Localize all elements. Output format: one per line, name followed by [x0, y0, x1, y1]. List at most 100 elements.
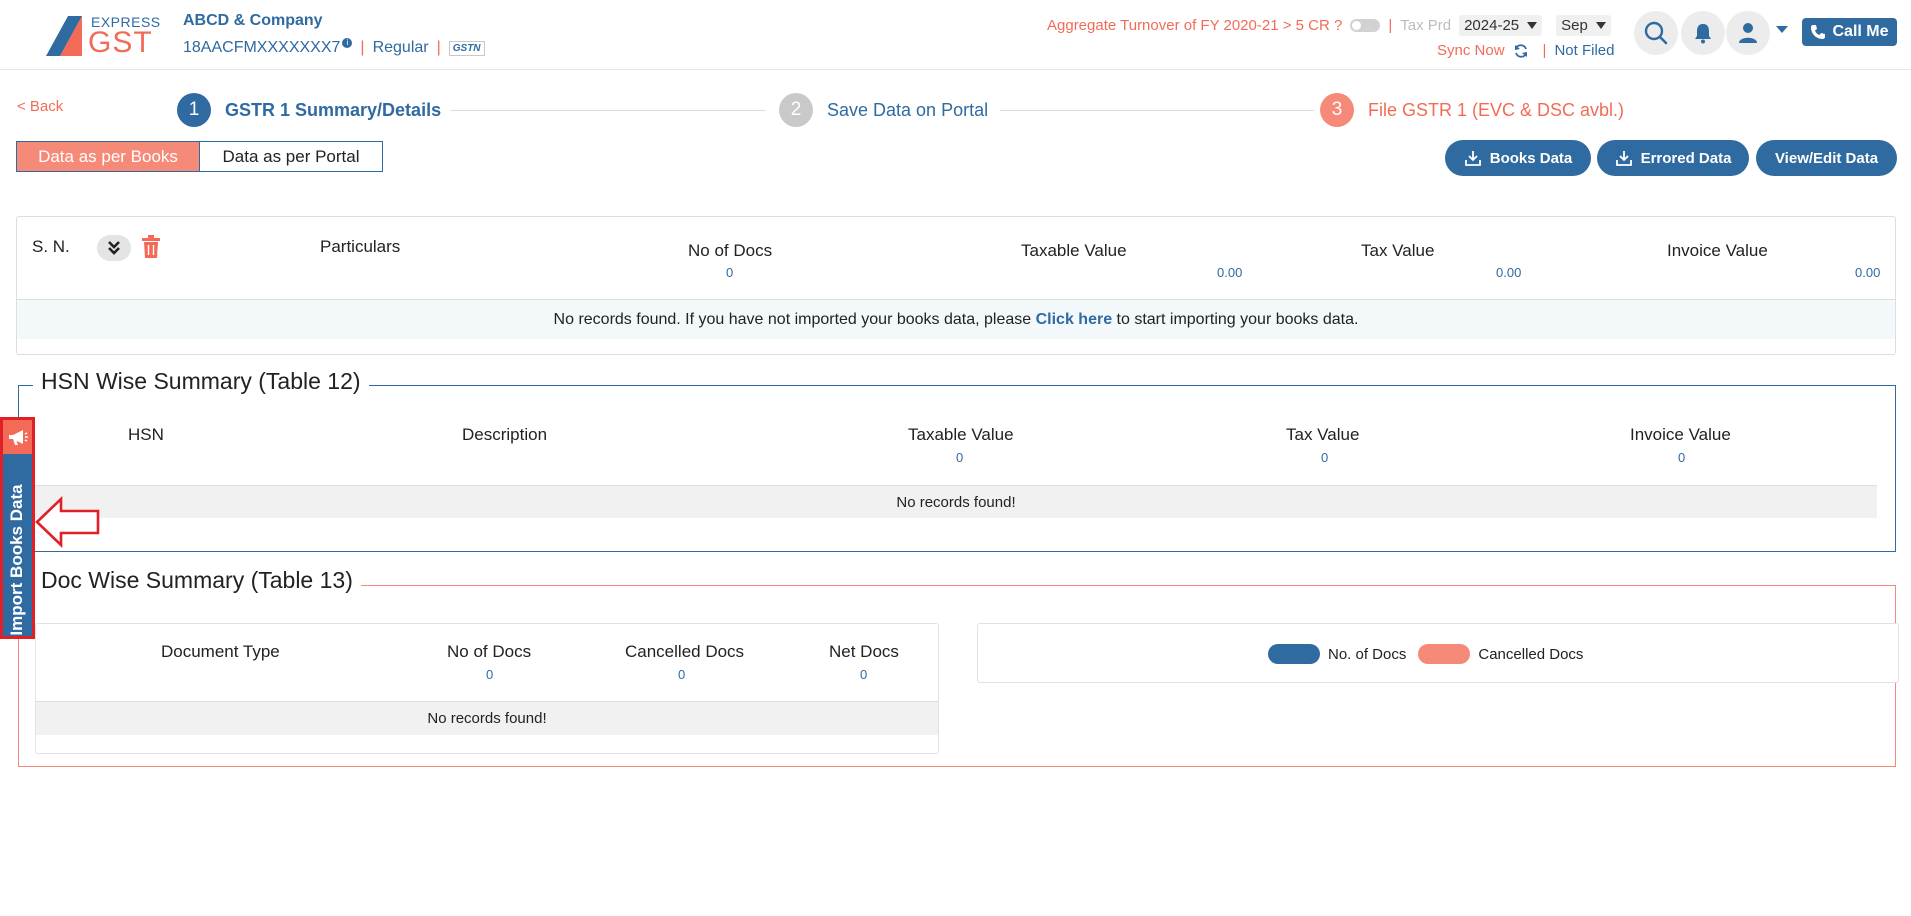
step-divider — [1000, 110, 1314, 111]
errored-data-button[interactable]: Errored Data — [1597, 140, 1749, 176]
hsn-empty-message: No records found! — [35, 485, 1877, 518]
caret-down-icon — [1527, 22, 1538, 29]
tab-data-as-per-portal[interactable]: Data as per Portal — [200, 141, 383, 172]
fy-select-value: 2024-25 — [1464, 17, 1520, 34]
col-taxable-value: Taxable Value — [1021, 241, 1127, 260]
trash-icon — [142, 235, 160, 258]
data-source-tabs: Data as per Books Data as per Portal — [16, 141, 383, 172]
taxpayer-type: Regular — [372, 39, 429, 56]
col-hsn: HSN — [128, 425, 164, 444]
step-1-number: 1 — [177, 93, 211, 127]
import-books-data-tab[interactable]: Import Books Data — [0, 417, 35, 639]
company-sub-row: 18AACFMXXXXXXX7 i | Regular | GSTN — [183, 38, 485, 57]
separator: | — [360, 39, 365, 56]
turnover-row: Aggregate Turnover of FY 2020-21 > 5 CR … — [1047, 15, 1611, 36]
step-2-label: Save Data on Portal — [827, 99, 989, 120]
gstn-logo-icon: GSTN — [448, 40, 485, 56]
doc-summary-section: Doc Wise Summary (Table 13) Document Typ… — [18, 567, 1899, 767]
back-link[interactable]: < Back — [17, 98, 63, 115]
search-icon — [1644, 21, 1668, 45]
doc-chart-card: No. of Docs Cancelled Docs — [977, 623, 1899, 683]
caret-down-icon — [1595, 22, 1606, 29]
search-button[interactable] — [1634, 11, 1678, 55]
sync-now-link[interactable]: Sync Now — [1437, 42, 1505, 59]
doc-total-cancelled-docs: 0 — [678, 667, 686, 682]
fy-select[interactable]: 2024-25 — [1459, 15, 1543, 36]
download-icon — [1464, 151, 1481, 166]
filing-status: Not Filed — [1554, 42, 1615, 59]
view-edit-data-label: View/Edit Data — [1774, 149, 1879, 167]
total-taxable-value: 0.00 — [1217, 265, 1243, 280]
delete-button[interactable] — [141, 235, 161, 264]
legend-swatch-cancelled-docs[interactable] — [1418, 644, 1471, 664]
hsn-total-tax-value: 0 — [1321, 450, 1329, 465]
company-info: ABCD & Company 18AACFMXXXXXXX7 i | Regul… — [183, 12, 485, 57]
profile-menu-caret-icon[interactable] — [1776, 26, 1788, 33]
download-icon — [1615, 151, 1632, 166]
step-3[interactable]: 3 File GSTR 1 (EVC & DSC avbl.) — [1320, 93, 1624, 127]
books-data-button[interactable]: Books Data — [1445, 140, 1591, 176]
col-taxable-value: Taxable Value — [908, 425, 1014, 444]
col-sn: S. N. — [32, 237, 70, 256]
col-invoice-value: Invoice Value — [1667, 241, 1768, 260]
legend-swatch-no-of-docs[interactable] — [1268, 644, 1320, 664]
separator: | — [1388, 17, 1393, 34]
total-tax-value: 0.00 — [1496, 265, 1522, 280]
month-select-value: Sep — [1561, 17, 1588, 34]
step-2-number: 2 — [779, 93, 813, 127]
doc-empty-message: No records found! — [36, 701, 938, 735]
profile-button[interactable] — [1726, 11, 1770, 55]
gstin-info-icon[interactable]: i — [342, 38, 353, 48]
express-gst-logo[interactable]: EXPRESS GST — [44, 12, 160, 59]
step-2[interactable]: 2 Save Data on Portal — [779, 93, 988, 127]
empty-text-pre: No records found. If you have not import… — [553, 311, 1036, 328]
expand-all-button[interactable] — [97, 235, 131, 261]
double-chevron-down-icon — [108, 241, 120, 255]
legend-cancelled-docs[interactable]: Cancelled Docs — [1478, 646, 1583, 663]
errored-data-label: Errored Data — [1640, 149, 1732, 167]
step-1[interactable]: 1 GSTR 1 Summary/Details — [177, 93, 441, 127]
refresh-icon[interactable] — [1513, 43, 1529, 59]
user-icon — [1739, 23, 1757, 43]
gstin-text: 18AACFMXXXXXXX7 — [183, 39, 341, 56]
app-header: EXPRESS GST ABCD & Company 18AACFMXXXXXX… — [0, 0, 1911, 70]
doc-summary-title: Doc Wise Summary (Table 13) — [33, 567, 361, 594]
import-books-data-label: Import Books Data — [7, 484, 26, 636]
hsn-summary-title: HSN Wise Summary (Table 12) — [33, 368, 369, 395]
month-select[interactable]: Sep — [1556, 15, 1611, 36]
summary-table-header: S. N. Particulars No of Docs 0 Taxable V… — [17, 217, 1895, 300]
doc-summary-table: Document Type No of Docs 0 Cancelled Doc… — [35, 623, 939, 754]
tab-data-as-per-books[interactable]: Data as per Books — [16, 141, 200, 172]
col-description: Description — [462, 425, 548, 444]
step-1-label: GSTR 1 Summary/Details — [225, 99, 442, 120]
doc-total-net-docs: 0 — [860, 667, 868, 682]
turnover-toggle[interactable] — [1350, 19, 1381, 32]
side-tab-header — [3, 420, 32, 454]
summary-empty-message: No records found. If you have not import… — [17, 300, 1895, 339]
legend-no-of-docs[interactable]: No. of Docs — [1328, 646, 1406, 663]
import-click-here-link[interactable]: Click here — [1036, 311, 1112, 328]
call-me-label: Call Me — [1832, 23, 1889, 40]
turnover-question: Aggregate Turnover of FY 2020-21 > 5 CR … — [1047, 17, 1343, 34]
col-no-of-docs: No of Docs — [688, 241, 773, 260]
step-divider — [450, 110, 766, 111]
sync-row: Sync Now | Not Filed — [1437, 42, 1614, 59]
arrow-left-callout-icon — [35, 496, 100, 548]
call-me-button[interactable]: Call Me — [1802, 18, 1897, 46]
company-name: ABCD & Company — [183, 12, 323, 29]
col-tax-value: Tax Value — [1361, 241, 1435, 260]
col-document-type: Document Type — [161, 642, 280, 661]
view-edit-data-button[interactable]: View/Edit Data — [1756, 140, 1897, 176]
col-particulars: Particulars — [320, 237, 401, 256]
hsn-total-invoice-value: 0 — [1678, 450, 1686, 465]
megaphone-icon — [8, 430, 28, 445]
col-no-of-docs: No of Docs — [447, 642, 532, 661]
doc-total-no-of-docs: 0 — [486, 667, 494, 682]
books-data-label: Books Data — [1489, 149, 1573, 167]
notifications-button[interactable] — [1681, 11, 1725, 55]
chart-legend: No. of Docs Cancelled Docs — [1268, 644, 1583, 664]
total-invoice-value: 0.00 — [1855, 265, 1881, 280]
bell-icon — [1695, 24, 1711, 44]
col-net-docs: Net Docs — [829, 642, 899, 661]
logo-text-bottom: GST — [88, 26, 153, 59]
